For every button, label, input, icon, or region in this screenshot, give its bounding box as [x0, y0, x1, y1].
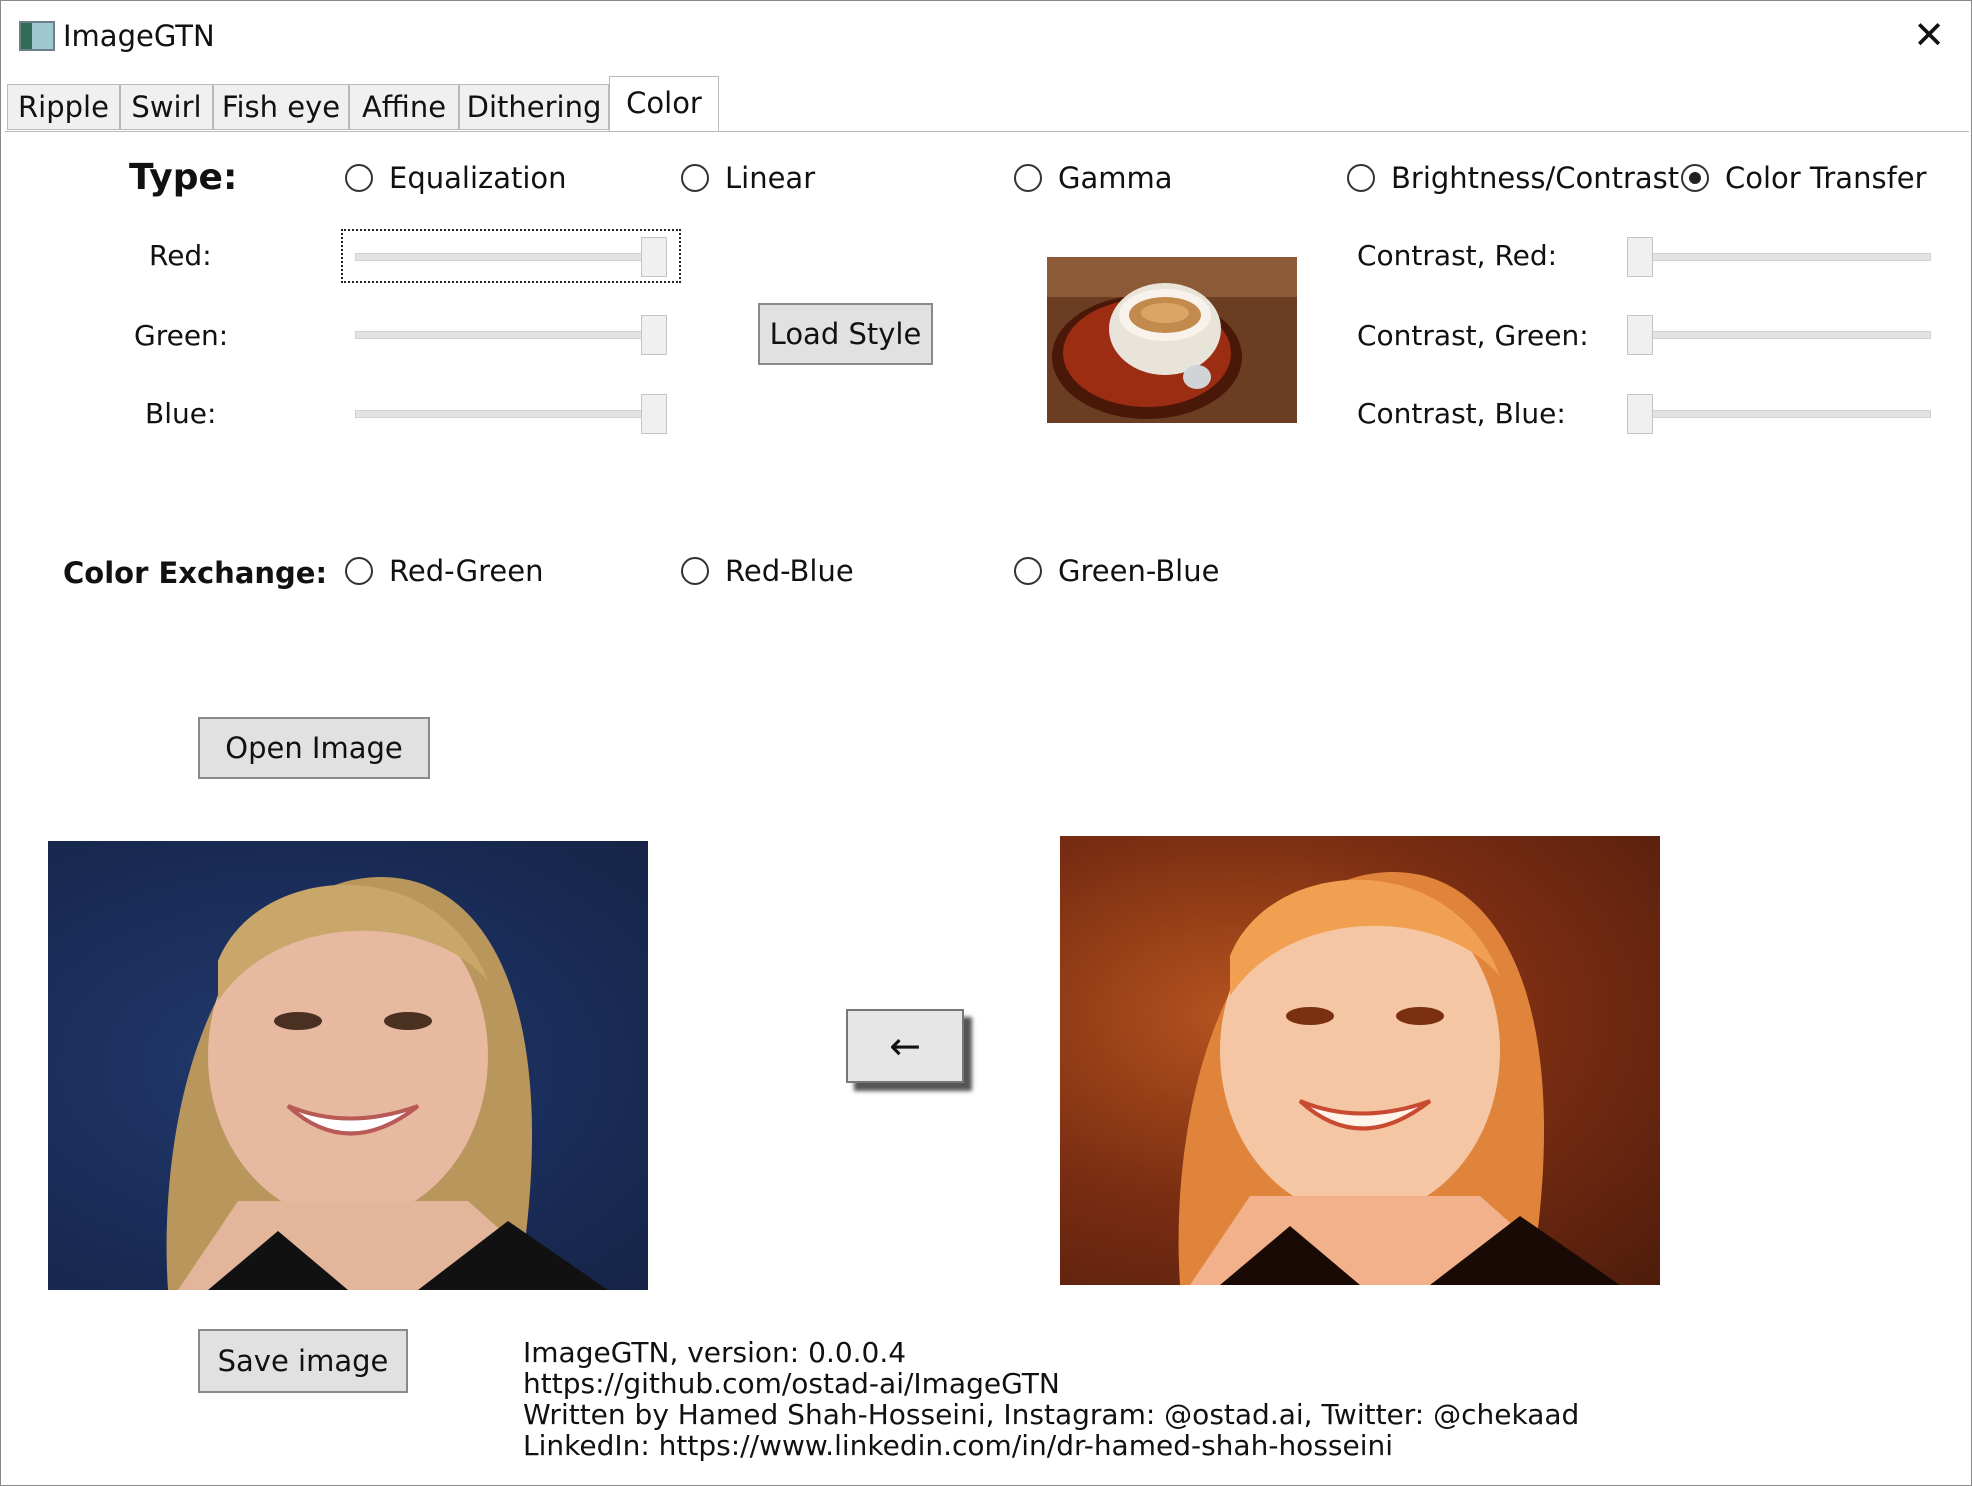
contrast-red-slider[interactable] [1617, 233, 1941, 279]
radio-circle [1014, 557, 1042, 585]
color-exchange-label: Color Exchange: [63, 556, 328, 590]
radio-label: Red-Blue [725, 554, 854, 588]
tab-ripple[interactable]: Ripple [7, 84, 120, 130]
slider-track [355, 331, 667, 339]
blue-label: Blue: [145, 397, 217, 430]
radio-brightness-contrast[interactable]: Brightness/Contrast [1347, 158, 1679, 198]
window-title: ImageGTN [63, 19, 215, 53]
tab-color[interactable]: Color [609, 76, 719, 132]
green-label: Green: [134, 319, 229, 352]
radio-label: Red-Green [389, 554, 544, 588]
github-link[interactable]: https://github.com/ostad-ai/ImageGTN [523, 1368, 1579, 1399]
radio-circle [345, 557, 373, 585]
radio-gamma[interactable]: Gamma [1014, 158, 1173, 198]
radio-label: Equalization [389, 161, 567, 195]
transfer-arrow-button[interactable]: ← [846, 1009, 964, 1083]
radio-circle [1347, 164, 1375, 192]
slider-track [1627, 331, 1931, 339]
about-info: ImageGTN, version: 0.0.0.4 https://githu… [523, 1337, 1579, 1461]
save-image-button[interactable]: Save image [198, 1329, 408, 1393]
style-image [1047, 257, 1297, 423]
radio-circle-checked [1681, 164, 1709, 192]
radio-color-transfer[interactable]: Color Transfer [1681, 158, 1927, 198]
tab-dithering[interactable]: Dithering [459, 84, 609, 130]
radio-red-blue[interactable]: Red-Blue [681, 551, 854, 591]
contrast-blue-slider[interactable] [1617, 390, 1941, 436]
slider-track [1627, 410, 1931, 418]
linkedin-link[interactable]: LinkedIn: https://www.linkedin.com/in/dr… [523, 1430, 1579, 1461]
radio-label: Brightness/Contrast [1391, 161, 1680, 195]
radio-circle [681, 164, 709, 192]
source-image [48, 841, 648, 1290]
tab-fish-eye[interactable]: Fish eye [213, 84, 349, 130]
radio-linear[interactable]: Linear [681, 158, 815, 198]
slider-thumb[interactable] [1627, 394, 1653, 434]
radio-label: Linear [725, 161, 816, 195]
radio-equalization[interactable]: Equalization [345, 158, 567, 198]
red-label: Red: [149, 239, 212, 272]
green-slider[interactable] [345, 311, 677, 357]
title-bar: ImageGTN ✕ [1, 1, 1971, 73]
radio-circle [1014, 164, 1042, 192]
slider-thumb[interactable] [641, 237, 667, 277]
tab-swirl[interactable]: Swirl [120, 84, 213, 130]
contrast-green-slider[interactable] [1617, 311, 1941, 357]
radio-label: Color Transfer [1725, 161, 1927, 195]
radio-label: Green-Blue [1058, 554, 1220, 588]
blue-slider[interactable] [345, 390, 677, 436]
version-line: ImageGTN, version: 0.0.0.4 [523, 1336, 907, 1369]
contrast-green-label: Contrast, Green: [1357, 319, 1589, 352]
app-icon [19, 21, 55, 51]
type-label: Type: [129, 157, 238, 198]
red-slider[interactable] [341, 229, 681, 283]
app-window: ImageGTN ✕ Ripple Swirl Fish eye Affine … [0, 0, 1972, 1486]
slider-thumb[interactable] [641, 315, 667, 355]
slider-thumb[interactable] [1627, 315, 1653, 355]
close-icon[interactable]: ✕ [1907, 13, 1951, 57]
contrast-blue-label: Contrast, Blue: [1357, 397, 1566, 430]
slider-thumb[interactable] [1627, 237, 1653, 277]
open-image-button[interactable]: Open Image [198, 717, 430, 779]
coffee-cup-icon [1047, 257, 1297, 423]
radio-circle [681, 557, 709, 585]
load-style-button[interactable]: Load Style [758, 303, 933, 365]
result-image [1060, 836, 1660, 1285]
radio-green-blue[interactable]: Green-Blue [1014, 551, 1219, 591]
portrait-image [166, 877, 608, 1290]
slider-track [355, 410, 667, 418]
portrait-image [1178, 872, 1620, 1285]
slider-thumb[interactable] [641, 394, 667, 434]
radio-red-green[interactable]: Red-Green [345, 551, 543, 591]
author-line: Written by Hamed Shah-Hosseini, Instagra… [523, 1398, 1580, 1431]
slider-track [355, 253, 667, 261]
radio-label: Gamma [1058, 161, 1173, 195]
slider-track [1627, 253, 1931, 261]
contrast-red-label: Contrast, Red: [1357, 239, 1558, 272]
radio-circle [345, 164, 373, 192]
tab-affine[interactable]: Affine [349, 84, 459, 130]
